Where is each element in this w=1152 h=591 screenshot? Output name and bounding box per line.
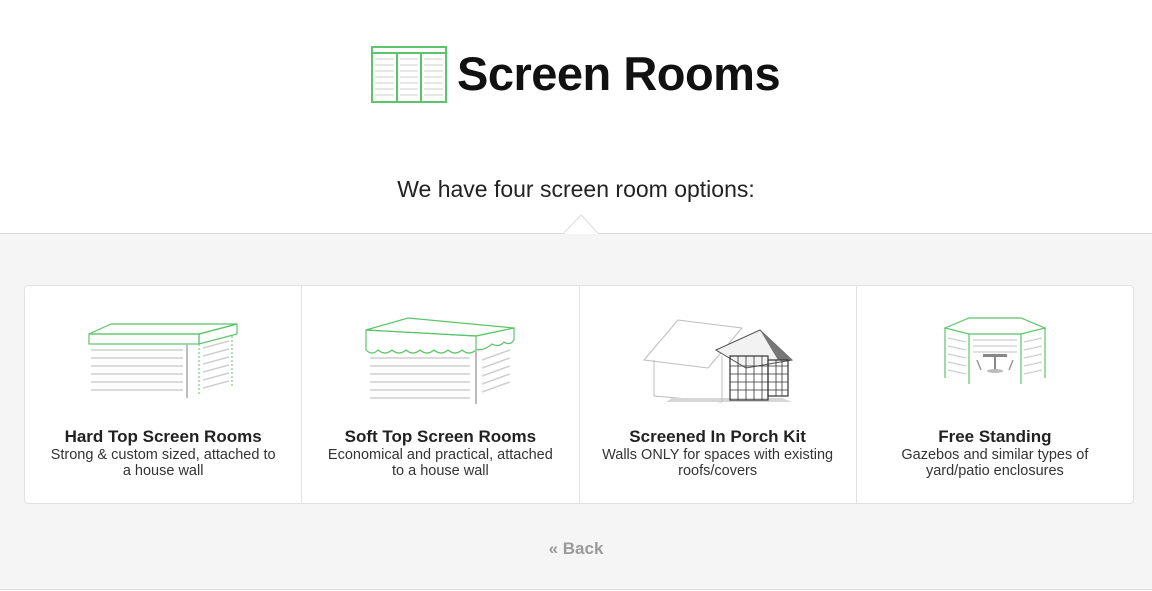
option-card-soft-top[interactable]: Soft Top Screen Rooms Economical and pra… <box>302 286 580 503</box>
option-title: Screened In Porch Kit <box>629 427 806 446</box>
option-title: Hard Top Screen Rooms <box>64 427 262 446</box>
option-description: Gazebos and similar types of yard/patio … <box>901 447 1089 479</box>
title-row: Screen Rooms <box>371 44 781 104</box>
soft-top-screen-room-icon <box>365 317 515 404</box>
screen-room-logo-icon <box>371 45 447 103</box>
options-grid: Hard Top Screen Rooms Strong & custom si… <box>24 285 1134 504</box>
gazebo-icon <box>942 317 1047 384</box>
option-card-free-standing[interactable]: Free Standing Gazebos and similar types … <box>857 286 1133 503</box>
page-title: Screen Rooms <box>457 47 781 100</box>
page-subtitle: We have four screen room options: <box>397 176 755 202</box>
porch-kit-icon <box>642 319 793 403</box>
option-description: Walls ONLY for spaces with existing roof… <box>602 447 834 479</box>
back-link[interactable]: « Back <box>0 539 1152 559</box>
option-card-porch-kit[interactable]: Screened In Porch Kit Walls ONLY for spa… <box>580 286 857 503</box>
options-panel: Hard Top Screen Rooms Strong & custom si… <box>0 233 1152 590</box>
option-title: Free Standing <box>938 427 1052 446</box>
option-description: Strong & custom sized, attached to a hou… <box>50 447 276 479</box>
page-header: Screen Rooms We have four screen room op… <box>0 0 1152 233</box>
option-card-hard-top[interactable]: Hard Top Screen Rooms Strong & custom si… <box>25 286 303 503</box>
option-description: Economical and practical, attached to a … <box>327 447 553 479</box>
hard-top-screen-room-icon <box>88 323 238 398</box>
pointer-notch <box>563 214 599 234</box>
option-title: Soft Top Screen Rooms <box>344 427 537 446</box>
